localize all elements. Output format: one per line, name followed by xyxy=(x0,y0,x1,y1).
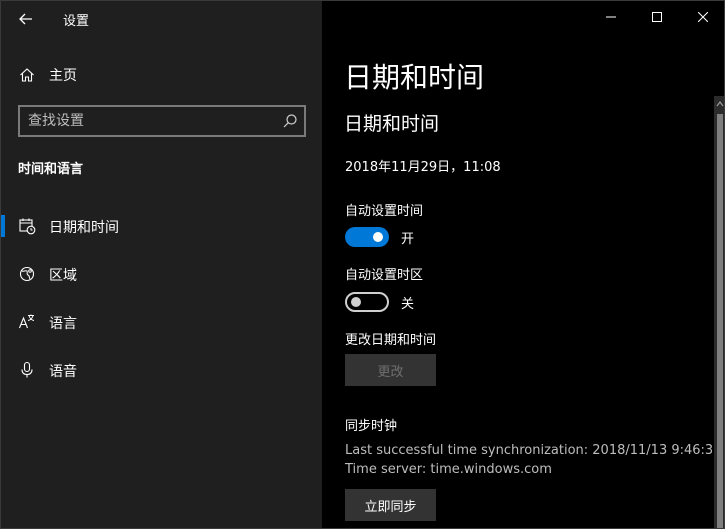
window-controls xyxy=(588,1,724,33)
minimize-button[interactable] xyxy=(588,1,634,33)
sidebar-item-label: 区域 xyxy=(49,268,77,284)
home-icon xyxy=(20,68,34,82)
sidebar-item-language[interactable]: 语言 xyxy=(1,302,322,342)
current-datetime: 2018年11月29日，11:08 xyxy=(345,160,501,175)
auto-timezone-toggle-row: 关 xyxy=(345,291,414,313)
back-button[interactable] xyxy=(11,7,41,31)
scrollbar-thumb[interactable] xyxy=(717,114,723,528)
page-title: 日期和时间 xyxy=(344,61,485,94)
time-server-text: Time server: time.windows.com xyxy=(345,462,552,477)
close-icon xyxy=(698,12,708,22)
settings-window: 设置 主页 时间和语言 日期和时间 xyxy=(0,0,725,529)
sync-clock-title: 同步时钟 xyxy=(345,419,398,434)
scrollbar[interactable] xyxy=(714,96,724,528)
close-button[interactable] xyxy=(680,1,724,33)
last-sync-text: Last successful time synchronization: 20… xyxy=(345,443,722,458)
home-label: 主页 xyxy=(49,68,77,84)
scroll-up-icon[interactable] xyxy=(716,100,724,108)
maximize-icon xyxy=(652,12,662,22)
maximize-button[interactable] xyxy=(634,1,680,33)
calendar-clock-icon xyxy=(19,218,36,235)
sidebar-item-label: 语言 xyxy=(49,316,77,332)
selection-indicator xyxy=(1,215,5,237)
auto-timezone-toggle[interactable] xyxy=(345,292,389,312)
sidebar-item-label: 日期和时间 xyxy=(49,220,119,236)
auto-time-toggle[interactable] xyxy=(345,227,389,247)
sidebar-item-speech[interactable]: 语音 xyxy=(1,350,322,390)
change-datetime-label: 更改日期和时间 xyxy=(345,333,437,348)
search-icon[interactable] xyxy=(282,113,298,129)
minimize-icon xyxy=(606,16,616,18)
change-button[interactable]: 更改 xyxy=(345,354,436,386)
search-box[interactable] xyxy=(18,105,306,137)
sidebar-item-label: 语音 xyxy=(49,364,77,380)
section-title: 日期和时间 xyxy=(344,113,440,135)
home-link[interactable]: 主页 xyxy=(19,63,77,87)
microphone-icon xyxy=(21,361,33,378)
auto-time-label: 自动设置时间 xyxy=(345,204,424,219)
auto-timezone-label: 自动设置时区 xyxy=(345,268,424,283)
auto-time-state: 开 xyxy=(401,231,415,247)
globe-icon xyxy=(19,266,35,282)
sidebar: 设置 主页 时间和语言 日期和时间 xyxy=(1,1,322,528)
app-title: 设置 xyxy=(63,14,90,29)
sync-now-button[interactable]: 立即同步 xyxy=(345,489,436,521)
main-content: 日期和时间 日期和时间 2018年11月29日，11:08 自动设置时间 开 自… xyxy=(322,1,724,528)
auto-timezone-state: 关 xyxy=(401,296,415,312)
sidebar-item-date-time[interactable]: 日期和时间 xyxy=(1,206,322,246)
language-icon xyxy=(18,314,35,329)
search-input[interactable] xyxy=(20,107,274,135)
auto-time-toggle-row: 开 xyxy=(345,226,414,248)
back-arrow-icon xyxy=(19,13,32,25)
sidebar-section-title: 时间和语言 xyxy=(18,162,84,177)
toggle-knob xyxy=(373,232,383,242)
toggle-knob xyxy=(351,297,361,307)
sidebar-item-region[interactable]: 区域 xyxy=(1,254,322,294)
